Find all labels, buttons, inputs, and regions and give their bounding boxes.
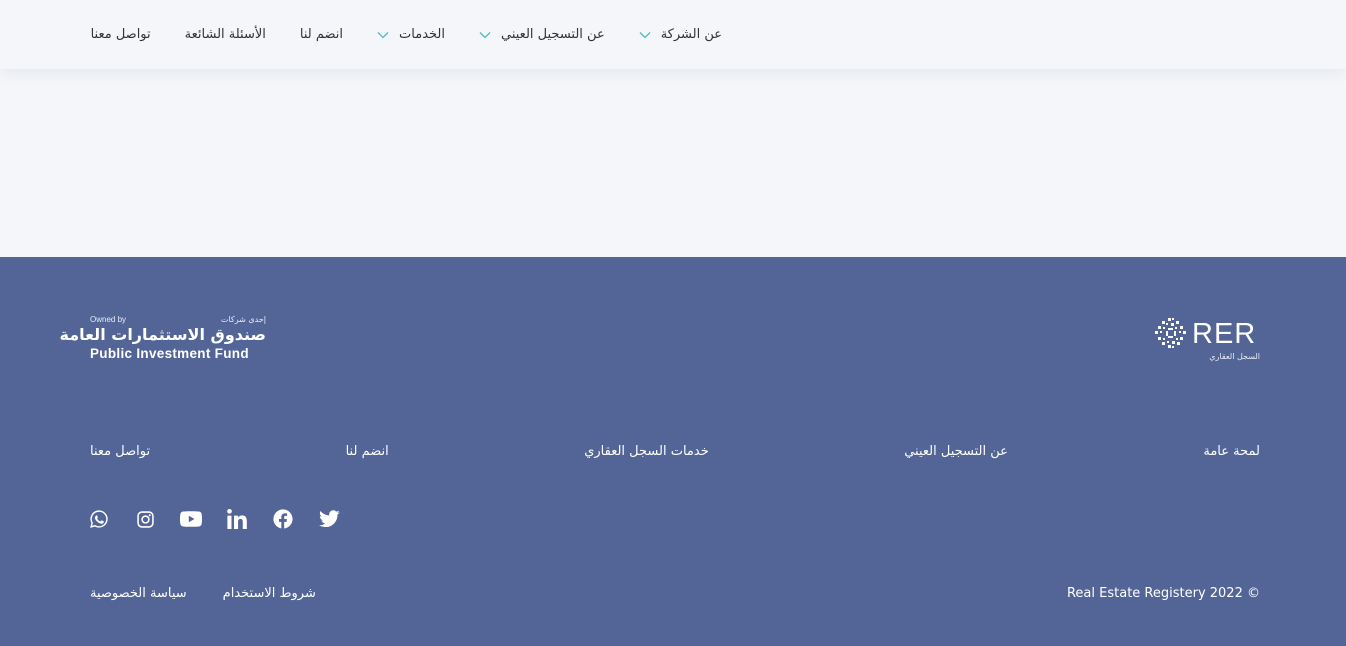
rer-logo[interactable]: RER السجل العقاري xyxy=(1154,317,1260,363)
footer-link-overview[interactable]: لمحة عامة xyxy=(1203,444,1260,459)
nav-label: عن التسجيل العيني xyxy=(501,27,605,42)
pif-name-ar: صندوق الاستثمارات العامة xyxy=(59,325,266,344)
instagram-icon[interactable] xyxy=(134,508,156,530)
nav-label: انضم لنا xyxy=(299,27,344,42)
nav-label: الأسئلة الشائعة xyxy=(184,27,266,42)
pif-name-en: Public Investment Fund xyxy=(90,346,249,361)
twitter-icon[interactable] xyxy=(318,508,340,530)
nav-item-faq[interactable]: الأسئلة الشائعة xyxy=(185,27,266,42)
rer-logo-text: RER xyxy=(1192,318,1257,350)
terms-of-use-link[interactable]: شروط الاستخدام xyxy=(223,586,316,601)
rer-logo-subtitle: السجل العقاري xyxy=(1209,352,1260,361)
facebook-icon[interactable] xyxy=(272,508,294,530)
privacy-policy-link[interactable]: سياسة الخصوصية xyxy=(90,586,187,601)
youtube-icon[interactable] xyxy=(180,508,202,530)
nav-item-join-us[interactable]: انضم لنا xyxy=(300,27,343,42)
site-header: عن الشركة عن التسجيل العيني الخدمات انضم… xyxy=(0,0,1346,69)
pif-part-of: إحدى شركات xyxy=(220,315,266,324)
site-footer: RER السجل العقاري Owned by إحدى شركات صن… xyxy=(0,257,1346,646)
main-nav: عن الشركة عن التسجيل العيني الخدمات انضم… xyxy=(91,0,722,69)
chevron-down-icon xyxy=(377,31,389,39)
nav-label: عن الشركة xyxy=(660,27,722,42)
footer-links: لمحة عامة عن التسجيل العيني خدمات السجل … xyxy=(90,444,1260,459)
linkedin-icon[interactable] xyxy=(226,508,248,530)
footer-link-join-us[interactable]: انضم لنا xyxy=(346,444,389,459)
nav-item-about-registration[interactable]: عن التسجيل العيني xyxy=(479,27,605,42)
nav-label: الخدمات xyxy=(399,27,445,42)
footer-link-about-registration[interactable]: عن التسجيل العيني xyxy=(904,444,1008,459)
pif-owned-by: Owned by xyxy=(90,315,127,324)
legal-links: شروط الاستخدام سياسة الخصوصية xyxy=(90,586,316,601)
copyright-text: Real Estate Registery 2022 © xyxy=(1066,586,1260,601)
nav-item-contact[interactable]: تواصل معنا xyxy=(91,27,151,42)
whatsapp-icon[interactable] xyxy=(88,508,110,530)
nav-item-about-company[interactable]: عن الشركة xyxy=(639,27,722,42)
footer-link-contact[interactable]: تواصل معنا xyxy=(90,444,150,459)
chevron-down-icon xyxy=(639,31,651,39)
nav-label: تواصل معنا xyxy=(90,27,151,42)
nav-item-services[interactable]: الخدمات xyxy=(377,27,445,42)
footer-link-registry-services[interactable]: خدمات السجل العقاري xyxy=(584,444,709,459)
social-links xyxy=(88,508,340,530)
rer-logo-mark-icon xyxy=(1155,318,1186,348)
pif-logo[interactable]: Owned by إحدى شركات صندوق الاستثمارات ال… xyxy=(60,315,268,365)
chevron-down-icon xyxy=(479,31,491,39)
